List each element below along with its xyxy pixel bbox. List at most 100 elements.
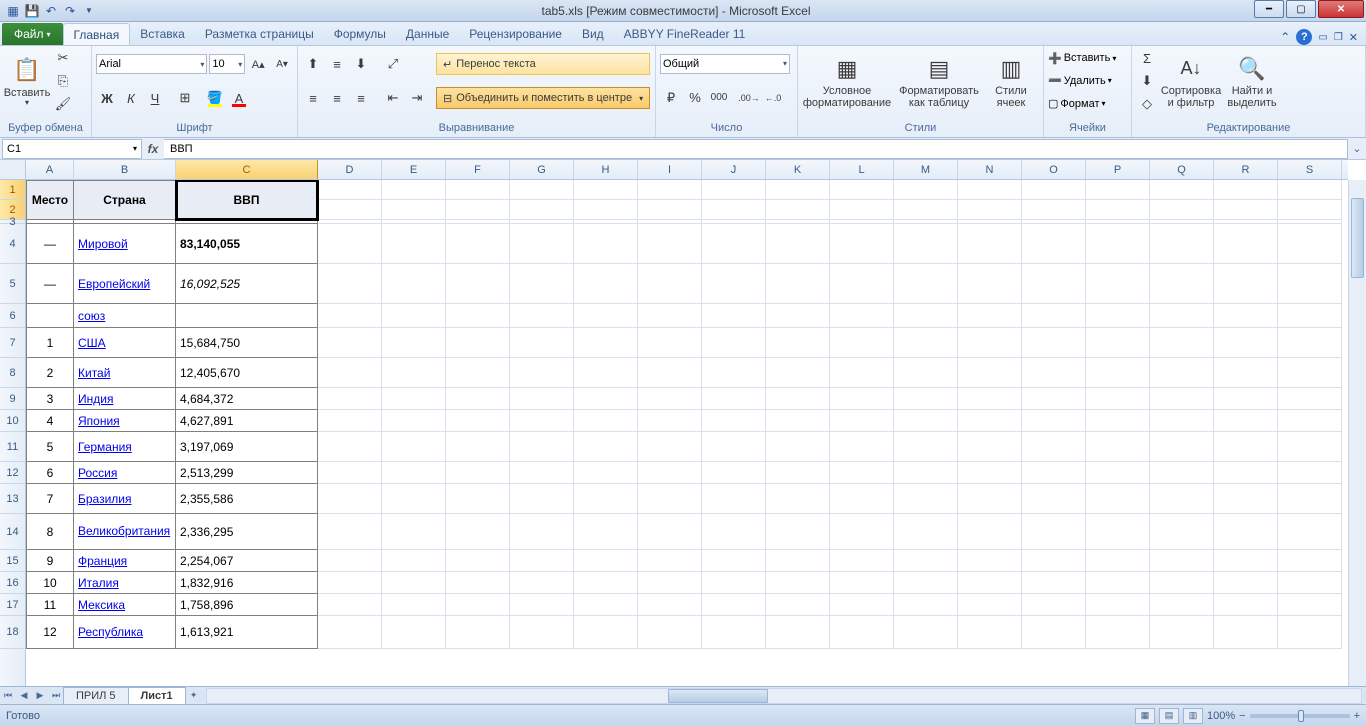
wrap-text-button[interactable]: ↵Перенос текста [436, 53, 650, 75]
cell-P4[interactable] [1086, 224, 1150, 264]
cell-G15[interactable] [510, 550, 574, 572]
cut-button[interactable]: ✂ [52, 48, 74, 69]
cell-B14[interactable]: Великобритания [74, 514, 176, 550]
cell-B13[interactable]: Бразилия [74, 484, 176, 514]
cell-D7[interactable] [318, 328, 382, 358]
name-box[interactable]: C1▾ [2, 139, 142, 159]
cell-N1[interactable] [958, 180, 1022, 200]
accounting-format-button[interactable]: ₽ [660, 87, 682, 109]
cell-D17[interactable] [318, 594, 382, 616]
col-header-C[interactable]: C [176, 160, 318, 179]
cell-L11[interactable] [830, 432, 894, 462]
col-header-K[interactable]: K [766, 160, 830, 179]
cell-R4[interactable] [1214, 224, 1278, 264]
cell-G1[interactable] [510, 180, 574, 200]
cell-S10[interactable] [1278, 410, 1342, 432]
cell-H2[interactable] [574, 200, 638, 220]
cell-E2[interactable] [382, 200, 446, 220]
row-header-12[interactable]: 12 [0, 462, 25, 484]
cell-D11[interactable] [318, 432, 382, 462]
cell-L5[interactable] [830, 264, 894, 304]
cell-H9[interactable] [574, 388, 638, 410]
select-all-corner[interactable] [0, 160, 26, 180]
paste-button[interactable]: 📋 Вставить ▾ [4, 48, 50, 114]
cell-N12[interactable] [958, 462, 1022, 484]
number-format-combo[interactable]: Общий▾ [660, 54, 790, 74]
cell-A5[interactable]: — [26, 264, 74, 304]
cell-L2[interactable] [830, 200, 894, 220]
maximize-button[interactable]: ▢ [1286, 0, 1316, 18]
cell-S13[interactable] [1278, 484, 1342, 514]
cell-I7[interactable] [638, 328, 702, 358]
cell-Q18[interactable] [1150, 616, 1214, 649]
cell-E6[interactable] [382, 304, 446, 328]
cell-C14[interactable]: 2,336,295 [176, 514, 318, 550]
cell-A17[interactable]: 11 [26, 594, 74, 616]
ribbon-tab-3[interactable]: Формулы [324, 23, 396, 45]
cell-J10[interactable] [702, 410, 766, 432]
cell-S12[interactable] [1278, 462, 1342, 484]
cell-D15[interactable] [318, 550, 382, 572]
cell-I15[interactable] [638, 550, 702, 572]
cell-M17[interactable] [894, 594, 958, 616]
cell-R10[interactable] [1214, 410, 1278, 432]
cell-C6[interactable] [176, 304, 318, 328]
cell-L7[interactable] [830, 328, 894, 358]
row-header-16[interactable]: 16 [0, 572, 25, 594]
cell-Q14[interactable] [1150, 514, 1214, 550]
cell-A12[interactable]: 6 [26, 462, 74, 484]
cell-D8[interactable] [318, 358, 382, 388]
cell-K10[interactable] [766, 410, 830, 432]
cell-S11[interactable] [1278, 432, 1342, 462]
tab-nav-first-icon[interactable]: ⏮ [0, 688, 16, 704]
cell-styles-button[interactable]: ▥Стили ячеек [986, 48, 1036, 114]
zoom-level[interactable]: 100% [1207, 710, 1235, 722]
col-header-N[interactable]: N [958, 160, 1022, 179]
cell-F17[interactable] [446, 594, 510, 616]
cell-I14[interactable] [638, 514, 702, 550]
ribbon-min-icon[interactable]: ▭ [1318, 32, 1327, 43]
cell-D10[interactable] [318, 410, 382, 432]
cell-B5[interactable]: Европейский [74, 264, 176, 304]
cell-B15[interactable]: Франция [74, 550, 176, 572]
cell-Q11[interactable] [1150, 432, 1214, 462]
cell-D12[interactable] [318, 462, 382, 484]
cell-K14[interactable] [766, 514, 830, 550]
cell-G14[interactable] [510, 514, 574, 550]
cell-J16[interactable] [702, 572, 766, 594]
cell-I17[interactable] [638, 594, 702, 616]
cell-S1[interactable] [1278, 180, 1342, 200]
cell-N6[interactable] [958, 304, 1022, 328]
cell-I4[interactable] [638, 224, 702, 264]
cell-P15[interactable] [1086, 550, 1150, 572]
col-header-S[interactable]: S [1278, 160, 1342, 179]
cell-S15[interactable] [1278, 550, 1342, 572]
row-header-10[interactable]: 10 [0, 410, 25, 432]
cell-M10[interactable] [894, 410, 958, 432]
cell-I6[interactable] [638, 304, 702, 328]
cell-G17[interactable] [510, 594, 574, 616]
cell-K7[interactable] [766, 328, 830, 358]
cell-H16[interactable] [574, 572, 638, 594]
cell-G9[interactable] [510, 388, 574, 410]
cell-N16[interactable] [958, 572, 1022, 594]
cell-P13[interactable] [1086, 484, 1150, 514]
cell-H5[interactable] [574, 264, 638, 304]
cell-H1[interactable] [574, 180, 638, 200]
cell-H14[interactable] [574, 514, 638, 550]
cell-R8[interactable] [1214, 358, 1278, 388]
cell-J8[interactable] [702, 358, 766, 388]
cell-A10[interactable]: 4 [26, 410, 74, 432]
col-header-L[interactable]: L [830, 160, 894, 179]
cell-J13[interactable] [702, 484, 766, 514]
cell-S9[interactable] [1278, 388, 1342, 410]
cell-O14[interactable] [1022, 514, 1086, 550]
cell-C15[interactable]: 2,254,067 [176, 550, 318, 572]
cell-B18[interactable]: Республика [74, 616, 176, 649]
cell-Q9[interactable] [1150, 388, 1214, 410]
minimize-button[interactable]: ━ [1254, 0, 1284, 18]
row-header-6[interactable]: 6 [0, 304, 25, 328]
cell-P12[interactable] [1086, 462, 1150, 484]
cell-F5[interactable] [446, 264, 510, 304]
col-header-G[interactable]: G [510, 160, 574, 179]
